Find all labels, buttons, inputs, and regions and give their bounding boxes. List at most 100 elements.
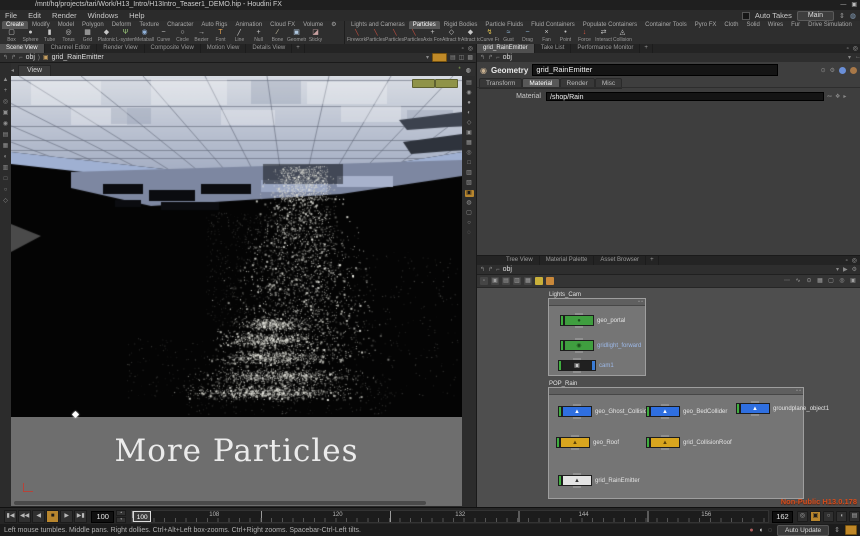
visualizers-icon[interactable]: ▧	[465, 180, 474, 187]
shelf-tool-geometry[interactable]: ▣Geometry	[287, 29, 306, 44]
memory-icon[interactable]: ▢	[465, 210, 474, 217]
frame-increment-icon[interactable]: ▲	[116, 510, 126, 516]
layout-single-icon[interactable]: ▤	[465, 80, 474, 87]
new-tab-button[interactable]: +	[640, 44, 653, 53]
more-options-icon[interactable]: ⋯	[783, 277, 791, 285]
play-reverse-button[interactable]: ◀	[32, 510, 45, 523]
node-groundplane_object1[interactable]: ▲groundplane_object1	[736, 403, 829, 414]
lighting-mode-icon[interactable]: ●	[465, 100, 474, 107]
current-frame-marker[interactable]: 100	[133, 511, 151, 522]
node-gridlight_forward[interactable]: ◉gridlight_forward	[560, 340, 641, 351]
shelf-tab-pyro-fx[interactable]: Pyro FX	[691, 21, 721, 29]
memory-status-icon[interactable]: ●	[749, 527, 753, 534]
path-back-icon[interactable]: ↰	[480, 54, 485, 61]
follow-playback-icon[interactable]: ◎	[797, 511, 808, 522]
perspective-icon[interactable]: ▣	[465, 130, 474, 137]
maximize-icon[interactable]: ▣	[851, 0, 857, 10]
pane-menu-icon[interactable]: ◎	[468, 45, 473, 52]
viewport-badge-right[interactable]	[435, 79, 458, 88]
shelf-tab-animation[interactable]: Animation	[231, 21, 266, 29]
camera-view-icon[interactable]: ◉	[465, 90, 474, 97]
shelf-tab-fur[interactable]: Fur	[787, 21, 804, 29]
pane-menu-icon[interactable]: ◎	[852, 257, 857, 264]
shelf-tool-l-system[interactable]: ΨL-system	[116, 29, 135, 44]
pane-tab-scene-view[interactable]: Scene View	[0, 44, 45, 53]
path-forward-icon[interactable]: ↱	[488, 54, 493, 61]
shelf-tab-create[interactable]: Create	[2, 21, 28, 29]
pin-selection-icon[interactable]	[432, 53, 447, 62]
range-end-field[interactable]: 162	[772, 511, 793, 523]
node-body[interactable]: ▲	[740, 403, 770, 414]
connection-style-icon[interactable]: ∿	[794, 277, 802, 285]
frame-decrement-icon[interactable]: ▼	[116, 517, 126, 523]
shelf-tab-volume[interactable]: Volume	[299, 21, 327, 29]
translate-tool-icon[interactable]: +	[4, 88, 8, 94]
shelf-tool-firework-[interactable]: ╲Firework...	[347, 29, 366, 44]
channel-link-icon[interactable]: ∾	[827, 93, 832, 100]
misc-tool-icon[interactable]: ◇	[3, 198, 8, 204]
shelf-tool-drag[interactable]: ~Drag	[518, 29, 537, 44]
viewport-scrollbar[interactable]	[14, 501, 426, 505]
shelf-tab-model[interactable]: Model	[54, 21, 78, 29]
node-body[interactable]: ◉	[564, 340, 594, 351]
shelf-tool-particles-fr-[interactable]: ╲Particles fr...	[404, 29, 423, 44]
edit-tool-icon[interactable]: ▤	[3, 132, 9, 138]
shelf-tool-line[interactable]: ╱Line	[230, 29, 249, 44]
audio-icon[interactable]: ◖	[836, 511, 847, 522]
view-tool-icon[interactable]: ◐	[4, 154, 8, 160]
shelf-tool-circle[interactable]: ○Circle	[173, 29, 192, 44]
node-name-field[interactable]: grid_RainEmitter	[532, 64, 778, 76]
pane-maximize-icon[interactable]: ▫	[462, 46, 464, 52]
render-sphere-blue-icon[interactable]	[839, 67, 846, 74]
node-dropdown-caret-icon[interactable]: ▾	[848, 54, 851, 61]
prev-key-button[interactable]: ◀◀	[18, 510, 31, 523]
playback-options-icon[interactable]: ▤	[849, 511, 860, 522]
node-body[interactable]: ▲	[650, 437, 680, 448]
node-body[interactable]: ▣	[562, 360, 592, 371]
shelf-tool-attract-fro-[interactable]: ◇Attract fro...	[442, 29, 461, 44]
pane-tab-tree-view[interactable]: Tree View	[500, 256, 540, 265]
shelf-tab-container-tools[interactable]: Container Tools	[641, 21, 691, 29]
pane-maximize-icon[interactable]: ▫	[846, 258, 848, 264]
path-back-icon[interactable]: ↰	[480, 266, 485, 273]
box-minimize-icon[interactable]: ▫ ▫	[796, 388, 801, 394]
network-editor-canvas[interactable]: Non-Public H13.0.178 Lights_Cam▫ ▫●geo_p…	[477, 288, 860, 507]
shelf-tool-curve[interactable]: ~Curve	[154, 29, 173, 44]
view-pivot-icon[interactable]: ◎	[465, 150, 474, 157]
node-cam1[interactable]: ▣cam1	[558, 360, 614, 371]
current-frame-field[interactable]: 100	[91, 511, 114, 523]
zoom-network-icon[interactable]: ⊙	[805, 277, 813, 285]
shelf-tab-particles[interactable]: Particles	[409, 21, 440, 29]
viewport-badge-left[interactable]	[412, 79, 435, 88]
shelf-tab-cloth[interactable]: Cloth	[720, 21, 742, 29]
shelf-tab-populate-containers[interactable]: Populate Containers	[579, 21, 641, 29]
gear-icon[interactable]: ⚙	[830, 67, 835, 74]
shelf-tool-sticky[interactable]: ◪Sticky	[306, 29, 325, 44]
menu-windows[interactable]: Windows	[88, 11, 118, 20]
node-geo_BedCollider[interactable]: ▲geo_BedCollider	[646, 406, 727, 417]
new-tab-button[interactable]: +	[646, 256, 659, 265]
handles-tool-icon[interactable]: ◉	[3, 121, 8, 127]
jump-end-button[interactable]: ▶▮	[74, 510, 87, 523]
pane-tab-performance-monitor[interactable]: Performance Monitor	[571, 44, 640, 53]
speaker-icon[interactable]: ◖	[759, 527, 763, 534]
node-render-flag[interactable]	[592, 360, 596, 371]
pane-tab-asset-browser[interactable]: Asset Browser	[594, 256, 646, 265]
node-flags-icon[interactable]: ▤	[450, 54, 456, 61]
render-sphere-brown-icon[interactable]	[850, 67, 857, 74]
node-dropdown-caret-icon[interactable]: ▾	[426, 54, 429, 61]
shelf-tab-fluid-containers[interactable]: Fluid Containers	[527, 21, 579, 29]
shelf-tab-particle-fluids[interactable]: Particle Fluids	[481, 21, 527, 29]
viewport-3d-render[interactable]	[11, 76, 462, 417]
node-body[interactable]: ▲	[562, 475, 592, 486]
node-grid_RainEmitter[interactable]: ▲grid_RainEmitter	[558, 475, 640, 486]
display-options-icon[interactable]: ▥	[465, 170, 474, 177]
info-icon[interactable]: ○	[4, 187, 8, 193]
shelf-tool-bezier[interactable]: →Bezier	[192, 29, 211, 44]
render-region-icon[interactable]: ▥	[3, 165, 9, 171]
shelf-tab-character[interactable]: Character	[163, 21, 197, 29]
shelf-tool-particles-fr-[interactable]: ╲Particles fr...	[366, 29, 385, 44]
shelf-tool-attract-to-[interactable]: ◆Attract to...	[461, 29, 480, 44]
path-root[interactable]: obj	[503, 54, 512, 61]
reference-grid-icon[interactable]: ▦	[465, 140, 474, 147]
